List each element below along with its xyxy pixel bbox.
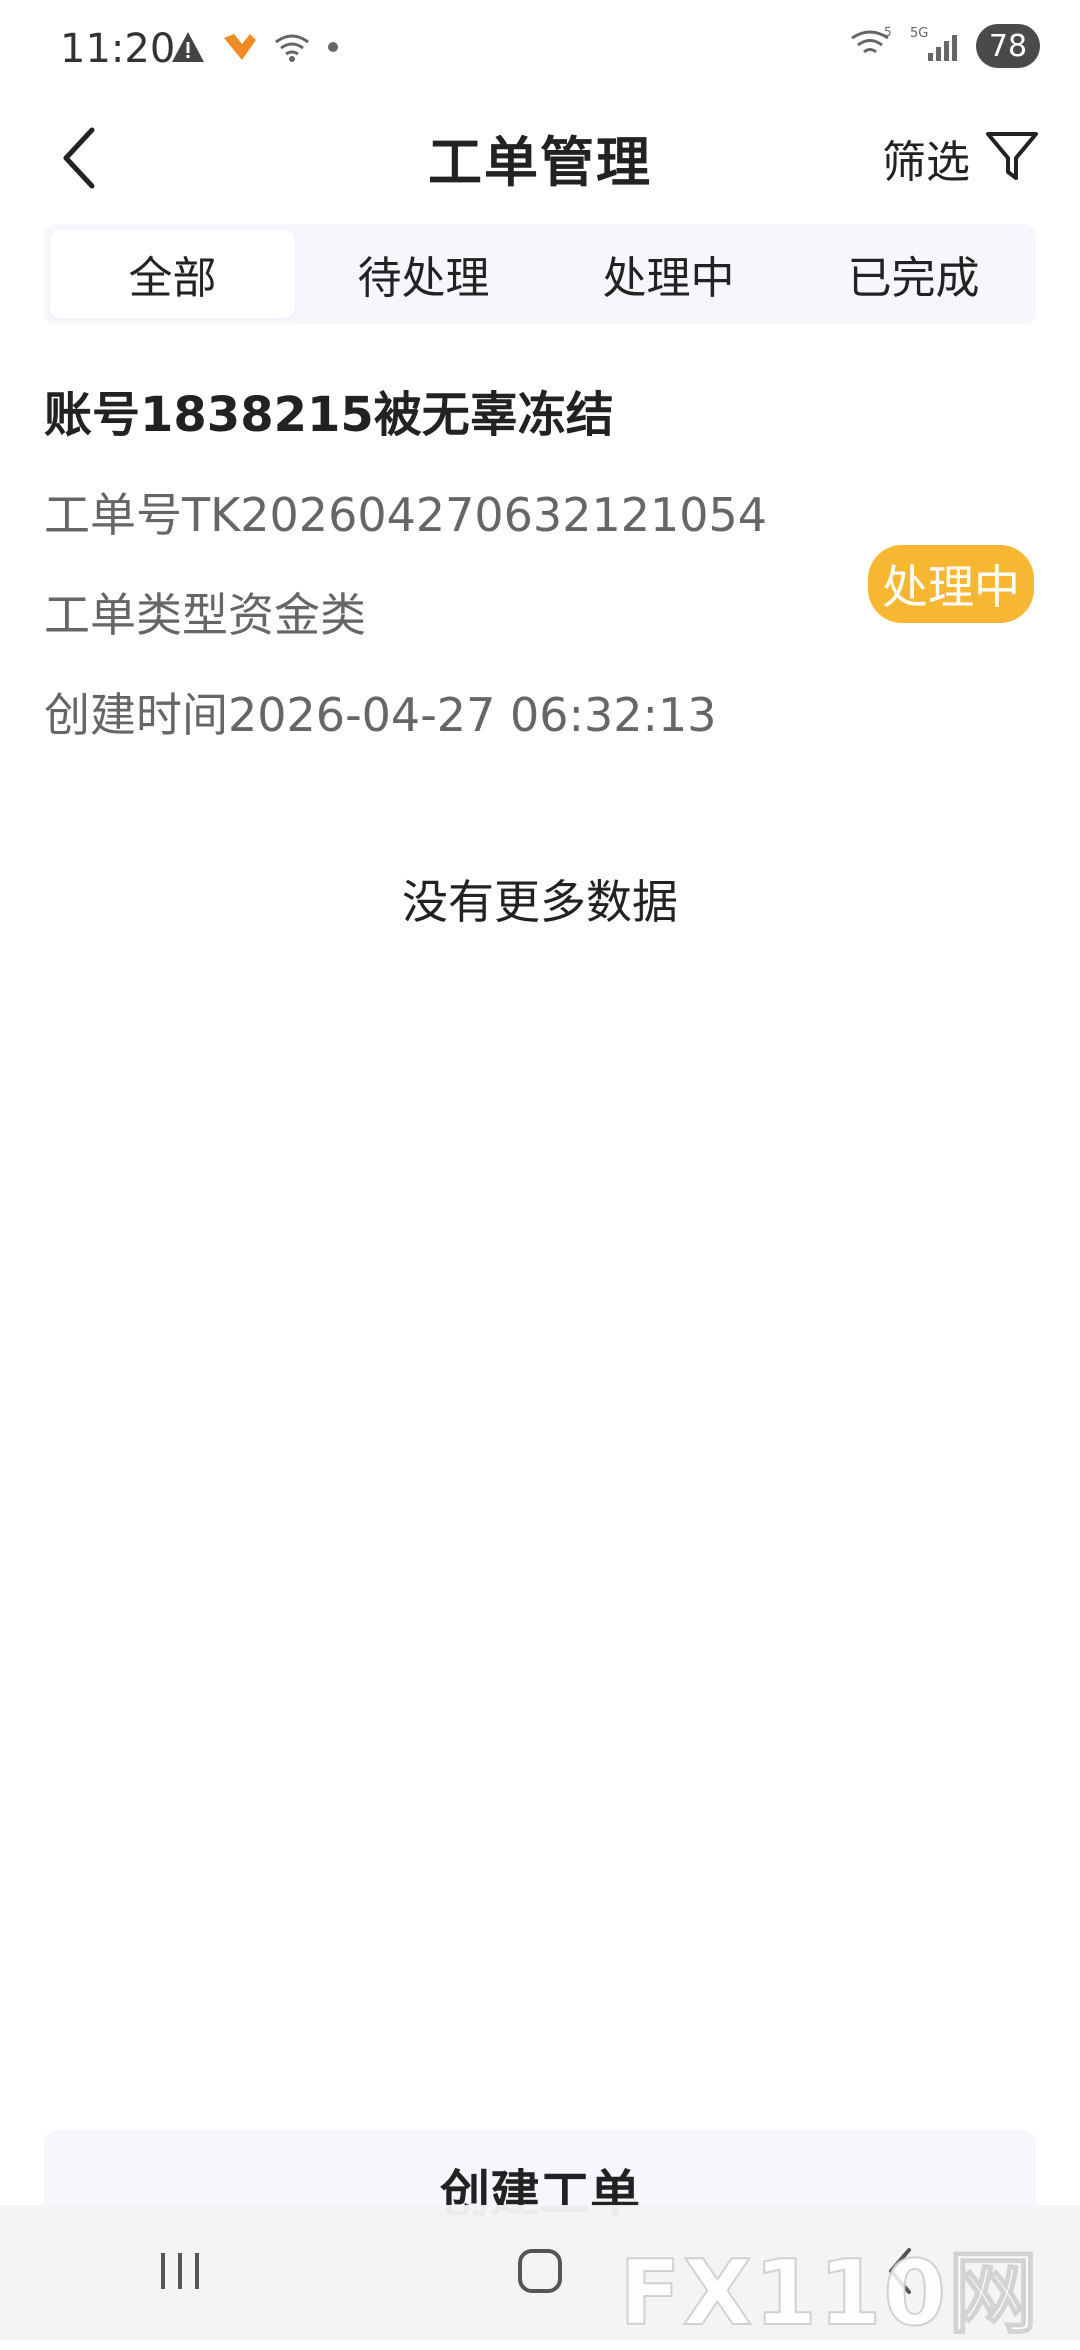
status-icons-left (170, 30, 340, 64)
tab-pending[interactable]: 待处理 (301, 224, 546, 324)
status-time: 11:20 (60, 26, 176, 72)
filter-label: 筛选 (882, 137, 970, 188)
home-button[interactable] (480, 2223, 600, 2323)
ticket-created-time: 创建时间2026-04-27 06:32:13 (44, 688, 717, 742)
filter-icon (984, 128, 1040, 188)
list-end-text: 没有更多数据 (402, 875, 678, 929)
ticket-card[interactable]: 账号1838215被无辜冻结 工单号TK20260427063212​1054 … (44, 380, 1044, 750)
wifi-signal-icon: 5 (848, 25, 894, 66)
filter-button[interactable]: 筛选 (882, 118, 1040, 198)
battery-indicator: 78 (976, 24, 1040, 68)
status-bar: 11:20 5 5G 78 (0, 0, 1080, 100)
watermark: FX110网 (618, 2240, 1040, 2347)
warning-icon (170, 30, 206, 64)
svg-text:5: 5 (884, 26, 892, 39)
app-notification-icon (220, 30, 258, 64)
header: 工单管理 筛选 (0, 100, 1080, 220)
status-icons-right: 5 5G 78 (848, 24, 1040, 68)
home-icon (515, 2246, 565, 2300)
tab-all[interactable]: 全部 (50, 230, 295, 318)
tab-completed[interactable]: 已完成 (791, 224, 1036, 324)
status-badge: 处理中 (868, 545, 1034, 623)
ticket-number: 工单号TK20260427063212​1054 (44, 488, 768, 542)
status-tabs: 全部 待处理 处理中 已完成 (44, 224, 1036, 324)
recent-apps-button[interactable] (120, 2223, 240, 2323)
tab-processing[interactable]: 处理中 (546, 224, 791, 324)
notification-dot-icon (326, 40, 340, 54)
ticket-title: 账号1838215被无辜冻结 (44, 387, 614, 443)
cellular-signal-icon: 5G (910, 25, 960, 67)
wifi-icon (272, 30, 312, 64)
network-label: 5G (910, 26, 928, 41)
recent-apps-icon (155, 2249, 205, 2297)
